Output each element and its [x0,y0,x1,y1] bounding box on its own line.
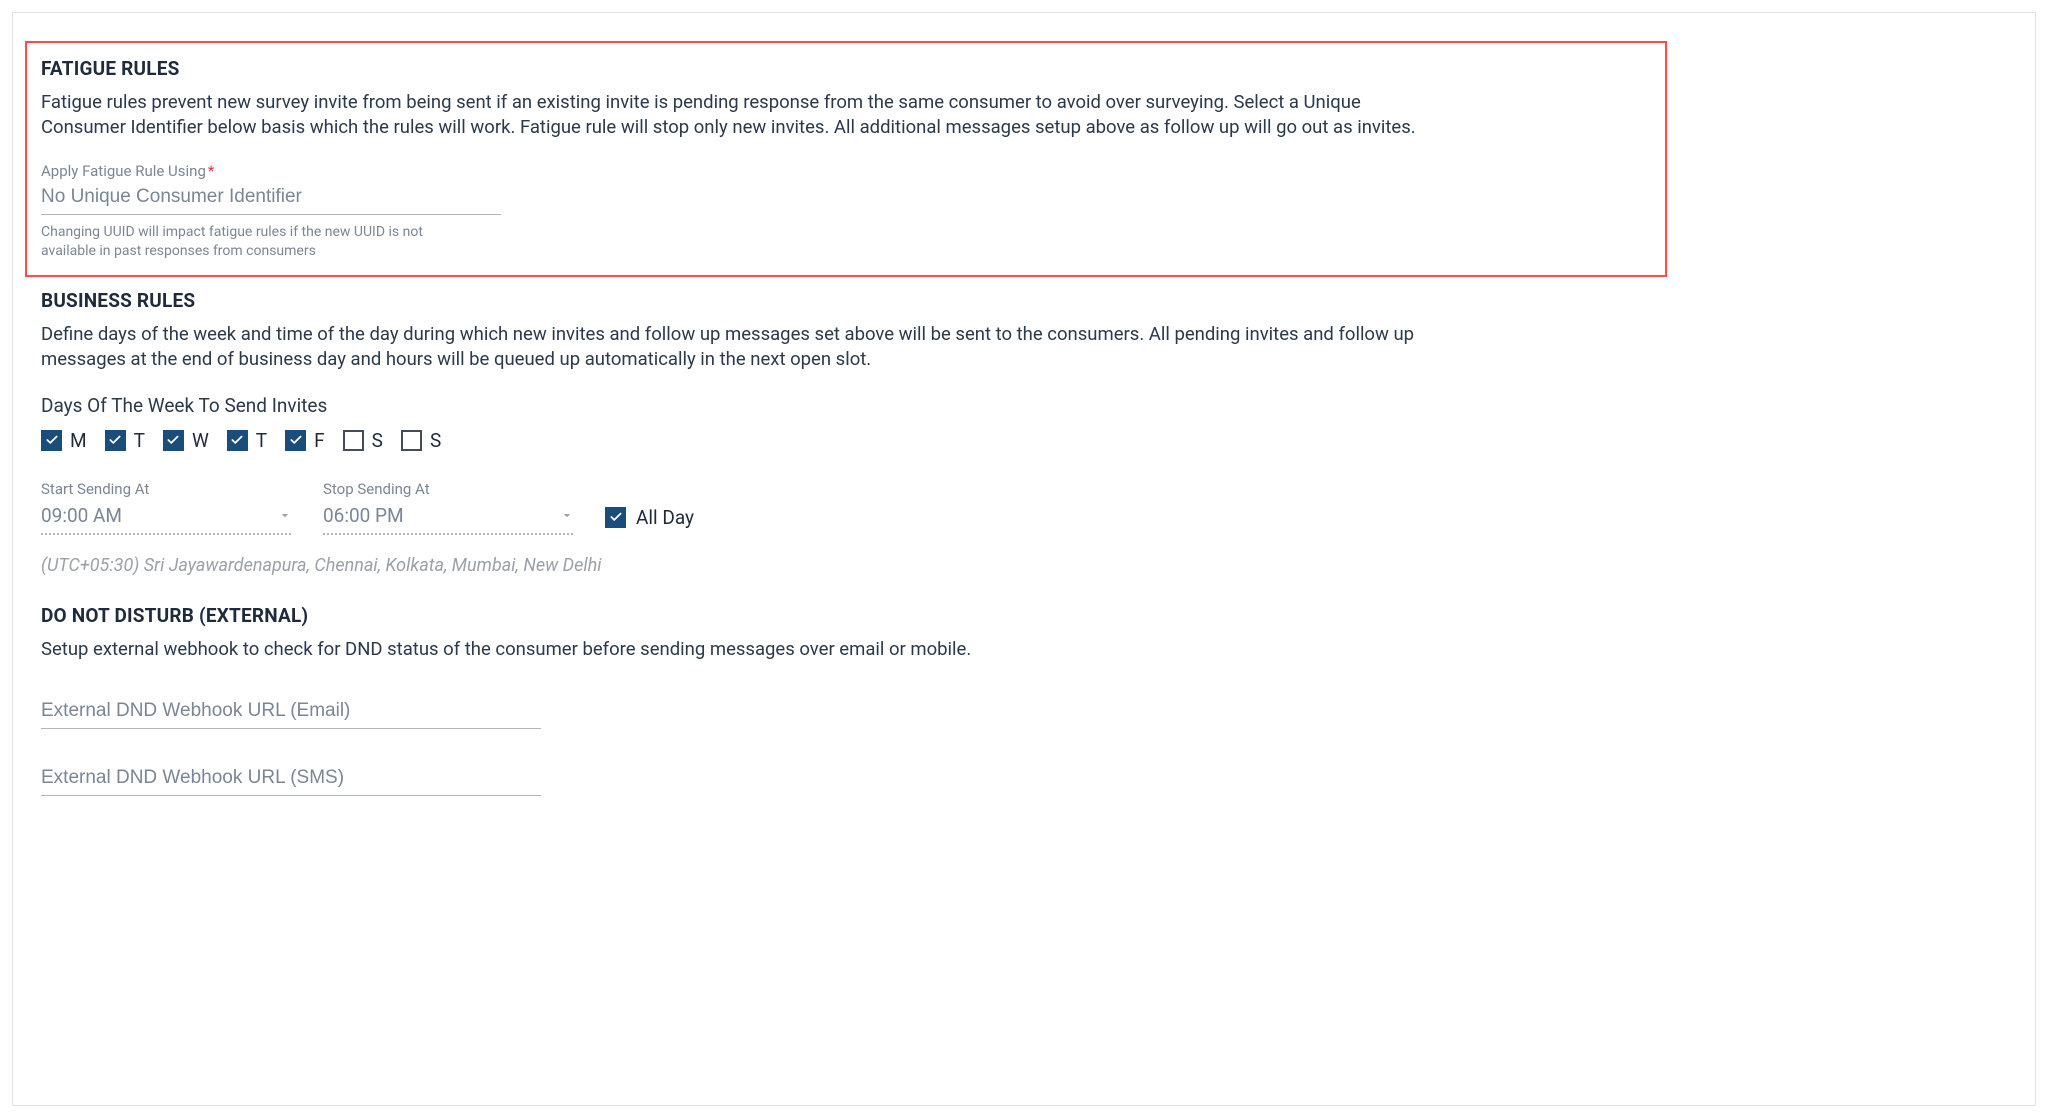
day-label: S [430,429,441,452]
dnd-title: DO NOT DISTURB (EXTERNAL) [41,604,2007,627]
day-item: S [401,429,441,452]
day-item: T [227,429,267,452]
days-of-week-row: MTWTFSS [41,429,2007,452]
time-row: Start Sending At 09:00 AM Stop Sending A… [41,480,2007,535]
dnd-description: Setup external webhook to check for DND … [41,637,1441,662]
stop-sending-value: 06:00 PM [323,504,404,527]
day-item: S [343,429,383,452]
dnd-email-webhook-input[interactable] [41,696,541,729]
day-checkbox[interactable] [227,430,248,451]
day-label: T [134,429,145,452]
start-sending-field: Start Sending At 09:00 AM [41,480,291,535]
settings-panel: FATIGUE RULES Fatigue rules prevent new … [12,12,2036,1106]
day-checkbox[interactable] [163,430,184,451]
apply-fatigue-field: Apply Fatigue Rule Using* Changing UUID … [41,162,1651,261]
start-sending-select[interactable]: 09:00 AM [41,502,291,535]
dnd-sms-webhook-input[interactable] [41,763,541,796]
day-checkbox[interactable] [401,430,422,451]
start-sending-value: 09:00 AM [41,504,122,527]
days-of-week-label: Days Of The Week To Send Invites [41,394,2007,417]
day-checkbox[interactable] [105,430,126,451]
timezone-text: (UTC+05:30) Sri Jayawardenapura, Chennai… [41,555,2007,576]
day-label: F [314,429,325,452]
apply-fatigue-label: Apply Fatigue Rule Using* [41,162,1651,180]
fatigue-rules-highlight: FATIGUE RULES Fatigue rules prevent new … [25,41,1667,277]
stop-sending-label: Stop Sending At [323,480,573,498]
day-label: S [372,429,383,452]
chevron-down-icon [279,506,291,525]
business-rules-title: BUSINESS RULES [41,289,2007,312]
day-checkbox[interactable] [41,430,62,451]
day-label: T [256,429,267,452]
start-sending-label: Start Sending At [41,480,291,498]
dnd-section: DO NOT DISTURB (EXTERNAL) Setup external… [41,604,2007,796]
day-checkbox[interactable] [285,430,306,451]
day-item: W [163,429,209,452]
day-item: T [105,429,145,452]
required-indicator-icon: * [208,162,214,180]
day-checkbox[interactable] [343,430,364,451]
stop-sending-field: Stop Sending At 06:00 PM [323,480,573,535]
dnd-email-group [41,696,2007,729]
all-day-label: All Day [636,506,694,529]
apply-fatigue-input[interactable] [41,182,501,215]
business-rules-description: Define days of the week and time of the … [41,322,1441,372]
business-rules-section: BUSINESS RULES Define days of the week a… [41,289,2007,576]
apply-fatigue-label-text: Apply Fatigue Rule Using [41,162,206,180]
day-item: F [285,429,325,452]
all-day-checkbox[interactable] [605,507,626,528]
day-item: M [41,429,87,452]
fatigue-rules-title: FATIGUE RULES [41,57,1651,80]
dnd-sms-group [41,763,2007,796]
fatigue-rules-description: Fatigue rules prevent new survey invite … [41,90,1441,140]
apply-fatigue-helper: Changing UUID will impact fatigue rules … [41,223,481,261]
chevron-down-icon [561,506,573,525]
stop-sending-select[interactable]: 06:00 PM [323,502,573,535]
all-day-field: All Day [605,506,694,535]
day-label: W [192,429,209,452]
day-label: M [70,429,87,452]
